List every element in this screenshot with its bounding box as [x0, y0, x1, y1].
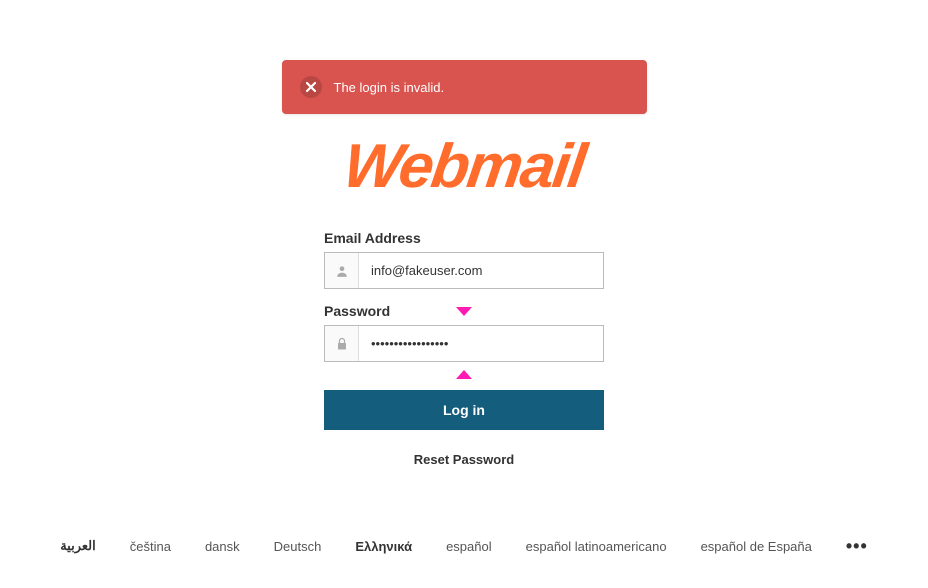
- email-input-wrap: [324, 252, 604, 289]
- language-option[interactable]: Ελληνικά: [355, 539, 412, 554]
- language-option[interactable]: español: [446, 539, 492, 554]
- email-label: Email Address: [324, 230, 604, 246]
- error-message: The login is invalid.: [334, 80, 445, 95]
- language-option[interactable]: Deutsch: [274, 539, 322, 554]
- error-alert: The login is invalid.: [282, 60, 647, 114]
- language-option[interactable]: español de España: [701, 539, 812, 554]
- reset-password-link[interactable]: Reset Password: [324, 452, 604, 467]
- cursor-indicator-top: [456, 316, 472, 334]
- logo-text: Webmail: [340, 136, 589, 198]
- language-option[interactable]: čeština: [130, 539, 171, 554]
- language-more-icon[interactable]: •••: [846, 542, 868, 551]
- password-input[interactable]: [359, 326, 603, 361]
- language-option[interactable]: dansk: [205, 539, 240, 554]
- error-icon: [300, 76, 322, 98]
- email-input[interactable]: [359, 253, 603, 288]
- logo: Webmail: [344, 136, 584, 198]
- password-input-wrap: [324, 325, 604, 362]
- language-bar: العربية čeština dansk Deutsch Ελληνικά españo…: [0, 538, 928, 554]
- lock-icon: [325, 326, 359, 361]
- login-form: Email Address Password Log in: [324, 216, 604, 467]
- language-option[interactable]: العربية: [60, 538, 96, 554]
- user-icon: [325, 253, 359, 288]
- language-option[interactable]: español latinoamericano: [526, 539, 667, 554]
- login-button[interactable]: Log in: [324, 390, 604, 430]
- cursor-indicator-bottom: [456, 353, 472, 371]
